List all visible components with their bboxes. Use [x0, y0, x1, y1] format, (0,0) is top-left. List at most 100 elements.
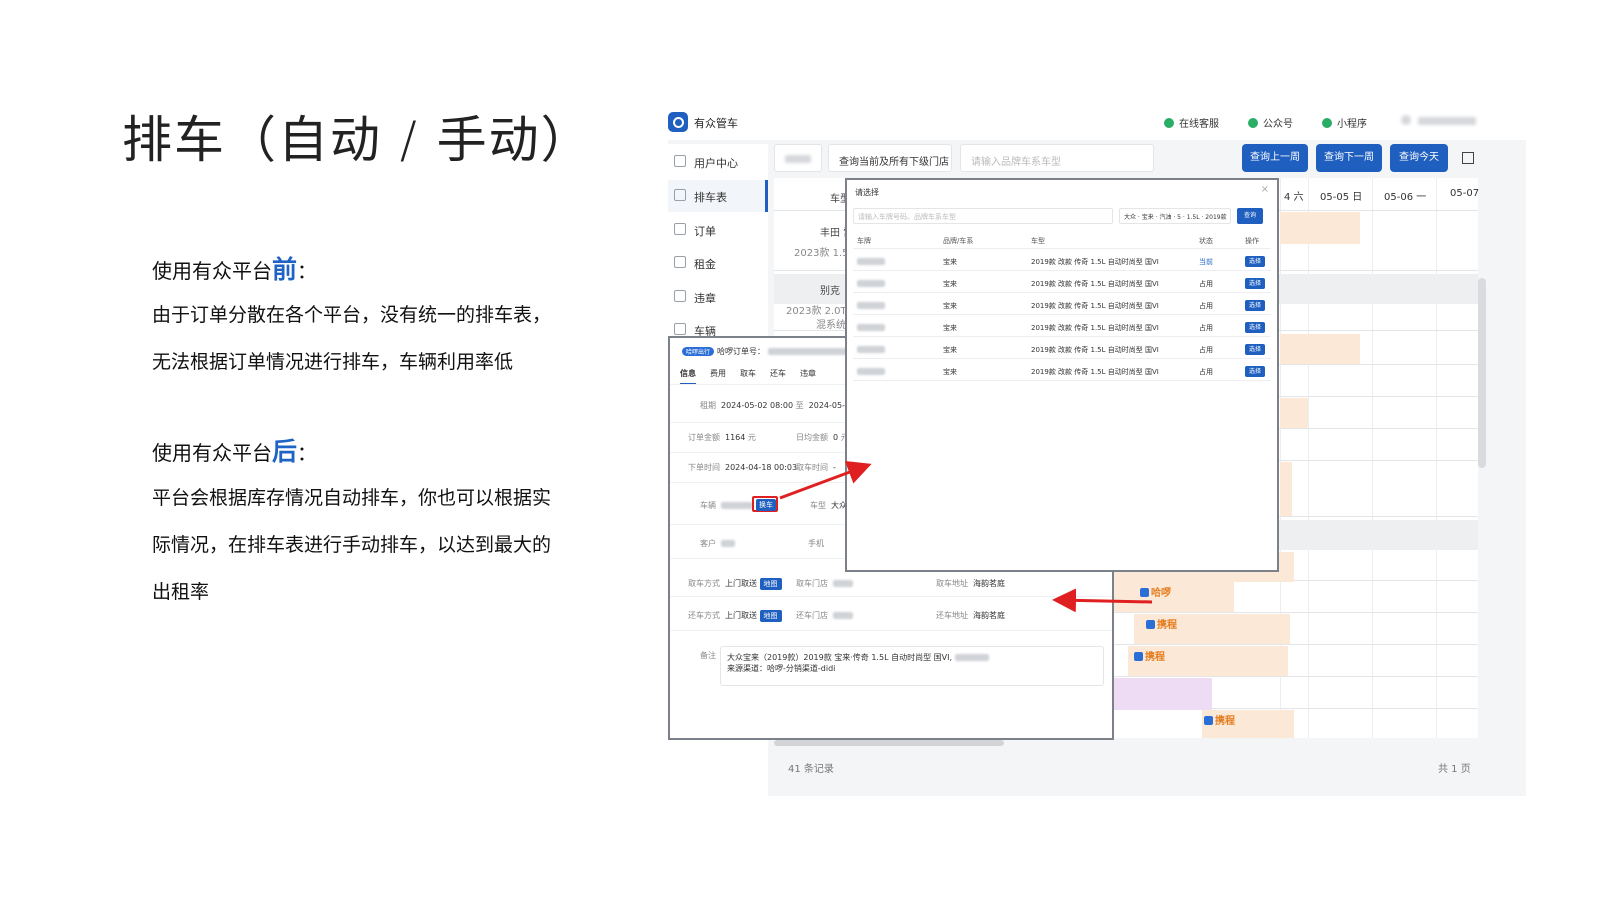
logo-icon	[668, 112, 688, 132]
pickup-store: 取车门店	[796, 578, 853, 589]
status-badge: 占用	[1199, 280, 1213, 288]
sidebar-item-orders[interactable]: 订单	[668, 214, 768, 246]
modal-title: 请选择	[855, 188, 879, 197]
yen-icon	[674, 256, 686, 268]
table-cell: 2019款 改款 传奇 1.5L 自动时尚型 国VI	[1031, 258, 1159, 266]
select-vehicle-modal: 请选择 × 请输入车牌号码、品牌车系车型 大众 · 宝来 · 汽油 · 5 · …	[845, 178, 1279, 572]
column-header-brand: 品牌/车系	[943, 237, 974, 245]
select-button[interactable]: 选择	[1245, 278, 1265, 289]
order-icon	[674, 223, 686, 235]
table-cell: 宝来	[943, 368, 957, 376]
table-cell: 2019款 改款 传奇 1.5L 自动时尚型 国VI	[1031, 302, 1159, 310]
order-amount: 订单金额 1164 元	[688, 433, 756, 442]
before-heading: 使用有众平台前：	[152, 255, 318, 284]
tab-info[interactable]: 信息	[680, 368, 696, 385]
official-account-link[interactable]: 公众号	[1248, 115, 1293, 130]
user-icon	[674, 155, 686, 167]
pickup-map-button[interactable]: 地图	[759, 578, 782, 590]
select-button[interactable]: 选择	[1245, 322, 1265, 333]
list-icon	[674, 189, 686, 201]
top-bar: 有众管车 在线客服 公众号 小程序	[668, 106, 1526, 140]
table-cell: 2019款 改款 传奇 1.5L 自动时尚型 国VI	[1031, 324, 1159, 332]
pickup-time: 取车时间 -	[796, 463, 836, 472]
date-header: 4 六	[1284, 192, 1304, 203]
after-paragraph: 平台会根据库存情况自动排车，你也可以根据实 际情况，在排车表进行手动排车，以达到…	[152, 487, 552, 603]
scope-select[interactable]: 查询当前及所有下级门店	[828, 144, 952, 172]
table-cell: 宝来	[943, 258, 957, 266]
booking-label-hello: 哈啰	[1140, 584, 1171, 599]
modal-query-button[interactable]: 查询	[1237, 208, 1263, 224]
return-method: 还车方式 上门取送 地图	[688, 610, 782, 622]
date-header: 05-06 一	[1384, 192, 1427, 203]
brand-name: 有众管车	[694, 117, 738, 130]
vehicle-label: 车辆	[700, 500, 753, 511]
plate-blurred	[857, 280, 885, 287]
user-name-blurred	[1418, 117, 1476, 125]
before-emphasis: 前	[272, 255, 298, 284]
remark-box[interactable]: 大众宝来（2019款）2019款 宝来·传奇 1.5L 自动时尚型 国VI, 来…	[720, 646, 1104, 686]
date-header: 05-07	[1450, 188, 1480, 199]
close-icon[interactable]: ×	[1261, 184, 1269, 195]
tab-fees[interactable]: 费用	[710, 368, 726, 383]
mini-program-icon	[1322, 118, 1332, 128]
date-header: 05-05 日	[1320, 192, 1363, 203]
plate-blurred	[857, 324, 885, 331]
table-cell: 宝来	[943, 346, 957, 354]
tab-violation[interactable]: 违章	[800, 368, 816, 383]
select-button[interactable]: 选择	[1245, 344, 1265, 355]
next-week-button[interactable]: 查询下一周	[1316, 144, 1382, 172]
booking-block[interactable]	[1280, 398, 1308, 428]
chat-icon	[1164, 118, 1174, 128]
channel-badge: 哈啰出行	[682, 347, 715, 356]
today-button[interactable]: 查询今天	[1390, 144, 1448, 172]
tab-pickup[interactable]: 取车	[740, 368, 756, 383]
sidebar-item-user-center[interactable]: 用户中心	[668, 146, 768, 178]
prev-week-button[interactable]: 查询上一周	[1242, 144, 1308, 172]
car-spec: 混系统	[816, 320, 846, 331]
return-address: 还车地址 海韵茗庭	[936, 611, 1005, 620]
model-search-input[interactable]: 请输入品牌车系车型	[960, 144, 1154, 172]
column-header-model: 车型	[1031, 237, 1045, 245]
fullscreen-icon[interactable]	[1462, 152, 1474, 164]
select-button[interactable]: 选择	[1245, 366, 1265, 377]
return-map-button[interactable]: 地图	[759, 610, 782, 622]
status-badge: 占用	[1199, 368, 1213, 376]
after-emphasis: 后	[272, 437, 298, 466]
select-button[interactable]: 选择	[1245, 256, 1265, 267]
sidebar-item-schedule[interactable]: 排车表	[668, 180, 768, 212]
booking-label-ctrip: 携程	[1204, 712, 1235, 727]
online-service-link[interactable]: 在线客服	[1164, 115, 1219, 130]
booking-block[interactable]	[1114, 582, 1234, 612]
plate-blurred	[857, 346, 885, 353]
vertical-scrollbar[interactable]	[1478, 278, 1486, 468]
table-cell: 2019款 改款 传奇 1.5L 自动时尚型 国VI	[1031, 280, 1159, 288]
pickup-address: 取车地址 海韵茗庭	[936, 579, 1005, 588]
ctrip-icon	[1134, 652, 1143, 661]
horizontal-scrollbar[interactable]	[774, 740, 1004, 746]
booking-block[interactable]	[1280, 212, 1360, 244]
select-button[interactable]: 选择	[1245, 300, 1265, 311]
column-header-action: 操作	[1245, 237, 1259, 245]
swap-car-button[interactable]: 换车	[752, 496, 778, 512]
plate-search-input[interactable]: 请输入车牌号码、品牌车系车型	[853, 208, 1113, 224]
sidebar-item-rent[interactable]: 租金	[668, 247, 768, 279]
vehicle-filter-select[interactable]: 大众 · 宝来 · 汽油 · 5 · 1.5L · 2019款	[1119, 208, 1231, 224]
plate-blurred	[857, 302, 885, 309]
store-select[interactable]	[774, 144, 822, 172]
order-number: 哈啰出行 哈啰订单号：	[682, 346, 858, 357]
sidebar-item-violations[interactable]: 违章	[668, 281, 768, 313]
booking-block[interactable]	[1114, 678, 1212, 710]
avatar[interactable]	[1401, 115, 1411, 125]
slide-title: 排车（自动 / 手动）	[122, 111, 593, 169]
after-heading: 使用有众平台后：	[152, 437, 318, 466]
pickup-method: 取车方式 上门取送 地图	[688, 578, 782, 590]
mini-program-link[interactable]: 小程序	[1322, 115, 1367, 130]
booking-block[interactable]	[1280, 462, 1292, 516]
ctrip-icon	[1204, 716, 1213, 725]
plate-blurred	[857, 368, 885, 375]
booking-block[interactable]	[1280, 334, 1360, 364]
tab-return[interactable]: 还车	[770, 368, 786, 383]
status-badge: 占用	[1199, 302, 1213, 310]
page-count: 共 1 页	[1438, 764, 1471, 775]
order-time: 下单时间 2024-04-18 00:03	[688, 463, 798, 472]
